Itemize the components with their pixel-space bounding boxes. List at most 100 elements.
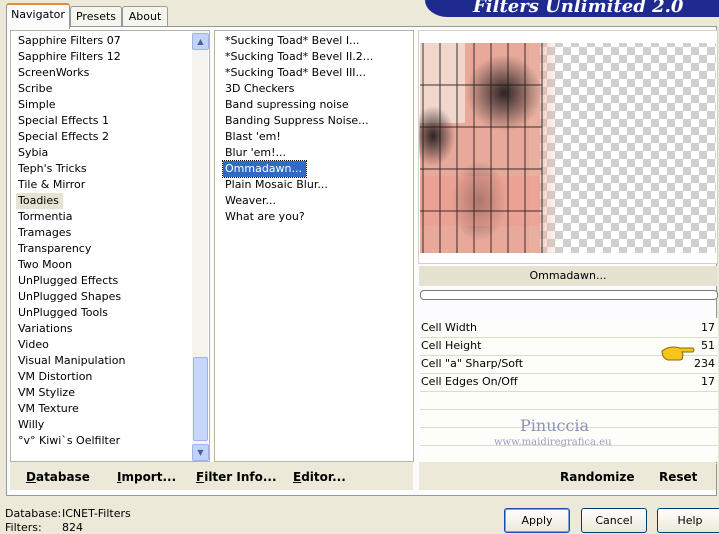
- help-button[interactable]: Help: [657, 508, 719, 533]
- category-label: UnPlugged Effects: [18, 274, 119, 287]
- category-scrollbar[interactable]: ▲ ▼: [192, 31, 209, 461]
- category-item[interactable]: Variations: [16, 321, 191, 337]
- reset-button[interactable]: Reset: [659, 470, 697, 484]
- category-item[interactable]: Transparency: [16, 241, 191, 257]
- category-item[interactable]: Sapphire Filters 12: [16, 49, 191, 65]
- status-database-label: Database:: [5, 507, 62, 520]
- category-item[interactable]: Teph's Tricks: [16, 161, 191, 177]
- category-item[interactable]: °v° Kiwi`s Oelfilter: [16, 433, 191, 449]
- category-item[interactable]: Two Moon: [16, 257, 191, 273]
- filter-item[interactable]: Blast 'em!: [223, 129, 408, 145]
- category-label: Sapphire Filters 12: [18, 50, 121, 63]
- scroll-up-icon[interactable]: ▲: [192, 33, 209, 50]
- category-item[interactable]: UnPlugged Shapes: [16, 289, 191, 305]
- category-item[interactable]: UnPlugged Effects: [16, 273, 191, 289]
- param-cell-width[interactable]: Cell Width 17: [420, 320, 718, 338]
- filter-item[interactable]: *Sucking Toad* Bevel II.2...: [223, 49, 408, 65]
- param-label: Cell Width: [421, 321, 478, 334]
- category-label: Special Effects 1: [18, 114, 110, 127]
- pointing-hand-icon: [661, 346, 695, 361]
- database-button[interactable]: Database: [26, 470, 90, 484]
- tab-navigator-label: Navigator: [11, 8, 65, 21]
- filter-item[interactable]: Ommadawn...: [221, 160, 408, 178]
- category-item[interactable]: Special Effects 2: [16, 129, 191, 145]
- filter-item[interactable]: Banding Suppress Noise...: [223, 113, 408, 129]
- category-item[interactable]: UnPlugged Tools: [16, 305, 191, 321]
- category-item[interactable]: Tormentia: [16, 209, 191, 225]
- category-item[interactable]: Tramages: [16, 225, 191, 241]
- category-list[interactable]: Sapphire Filters 07 Sapphire Filters 12 Sc…: [10, 30, 210, 462]
- filter-item[interactable]: What are you?: [223, 209, 408, 225]
- category-item[interactable]: VM Distortion: [16, 369, 191, 385]
- category-label: Special Effects 2: [18, 130, 110, 143]
- status-filters-value: 824: [62, 521, 83, 534]
- category-item[interactable]: Sybia: [16, 145, 191, 161]
- category-label: Tramages: [18, 226, 72, 239]
- category-label: UnPlugged Tools: [18, 306, 108, 319]
- category-label: Sybia: [18, 146, 49, 159]
- status-filters-label: Filters:: [5, 521, 42, 534]
- category-label: Tile & Mirror: [18, 178, 86, 191]
- apply-button[interactable]: Apply: [504, 508, 570, 533]
- param-value: 17: [701, 321, 715, 334]
- preview-filter-name-text: Ommadawn...: [529, 269, 607, 282]
- param-value: 51: [701, 339, 715, 352]
- filter-item[interactable]: Blur 'em!...: [223, 145, 408, 161]
- category-item[interactable]: Sapphire Filters 07: [16, 33, 191, 49]
- category-item[interactable]: Toadies: [16, 193, 191, 209]
- preview-image: [419, 43, 716, 253]
- editor-button[interactable]: Editor...: [293, 470, 346, 484]
- filter-item[interactable]: *Sucking Toad* Bevel I...: [223, 33, 408, 49]
- filter-item[interactable]: Weaver...: [223, 193, 408, 209]
- param-cell-edges[interactable]: Cell Edges On/Off 17: [420, 374, 718, 392]
- category-item[interactable]: Willy: [16, 417, 191, 433]
- scroll-down-icon[interactable]: ▼: [192, 444, 209, 461]
- randomize-button[interactable]: Randomize: [560, 470, 634, 484]
- tab-presets-label: Presets: [75, 10, 117, 23]
- filter-item[interactable]: Band supressing noise: [223, 97, 408, 113]
- category-item[interactable]: VM Texture: [16, 401, 191, 417]
- category-label: Simple: [18, 98, 56, 111]
- filter-info-button[interactable]: Filter Info...: [196, 470, 277, 484]
- param-empty-row: [420, 392, 718, 410]
- category-label: VM Distortion: [18, 370, 93, 383]
- category-item[interactable]: Tile & Mirror: [16, 177, 191, 193]
- filter-list[interactable]: *Sucking Toad* Bevel I... *Sucking Toad* …: [214, 30, 414, 462]
- category-label: UnPlugged Shapes: [18, 290, 122, 303]
- param-label: Cell Edges On/Off: [421, 375, 518, 388]
- import-button[interactable]: Import...: [117, 470, 176, 484]
- filter-label: Weaver...: [225, 194, 277, 207]
- scroll-thumb[interactable]: [193, 357, 208, 441]
- category-item[interactable]: Video: [16, 337, 191, 353]
- app-banner: Filters Unlimited 2.0: [425, 0, 719, 17]
- filter-label: *Sucking Toad* Bevel III...: [225, 66, 367, 79]
- filter-label: 3D Checkers: [225, 82, 295, 95]
- filter-item[interactable]: *Sucking Toad* Bevel III...: [223, 65, 408, 81]
- param-value: 17: [701, 375, 715, 388]
- category-label: °v° Kiwi`s Oelfilter: [18, 434, 121, 447]
- filter-item[interactable]: Plain Mosaic Blur...: [223, 177, 408, 193]
- category-label: Scribe: [18, 82, 53, 95]
- filter-label: Ommadawn...: [221, 160, 308, 178]
- category-item[interactable]: Visual Manipulation: [16, 353, 191, 369]
- watermark-name: Pinuccia: [520, 416, 590, 435]
- tab-navigator[interactable]: Navigator: [6, 3, 70, 29]
- filter-item[interactable]: 3D Checkers: [223, 81, 408, 97]
- category-label: Toadies: [16, 193, 63, 209]
- category-item[interactable]: VM Stylize: [16, 385, 191, 401]
- tab-presets[interactable]: Presets: [70, 6, 122, 27]
- category-item[interactable]: Special Effects 1: [16, 113, 191, 129]
- category-label: ScreenWorks: [18, 66, 90, 79]
- category-label: Tormentia: [18, 210, 73, 223]
- filter-label: Band supressing noise: [225, 98, 349, 111]
- tab-about[interactable]: About: [122, 6, 168, 27]
- category-item[interactable]: Simple: [16, 97, 191, 113]
- category-item[interactable]: Scribe: [16, 81, 191, 97]
- tab-about-label: About: [128, 10, 162, 23]
- filter-label: *Sucking Toad* Bevel II.2...: [225, 50, 374, 63]
- category-label: Teph's Tricks: [18, 162, 87, 175]
- category-label: Transparency: [18, 242, 92, 255]
- cancel-button[interactable]: Cancel: [581, 508, 647, 533]
- preview-panel: [418, 30, 718, 264]
- category-item[interactable]: ScreenWorks: [16, 65, 191, 81]
